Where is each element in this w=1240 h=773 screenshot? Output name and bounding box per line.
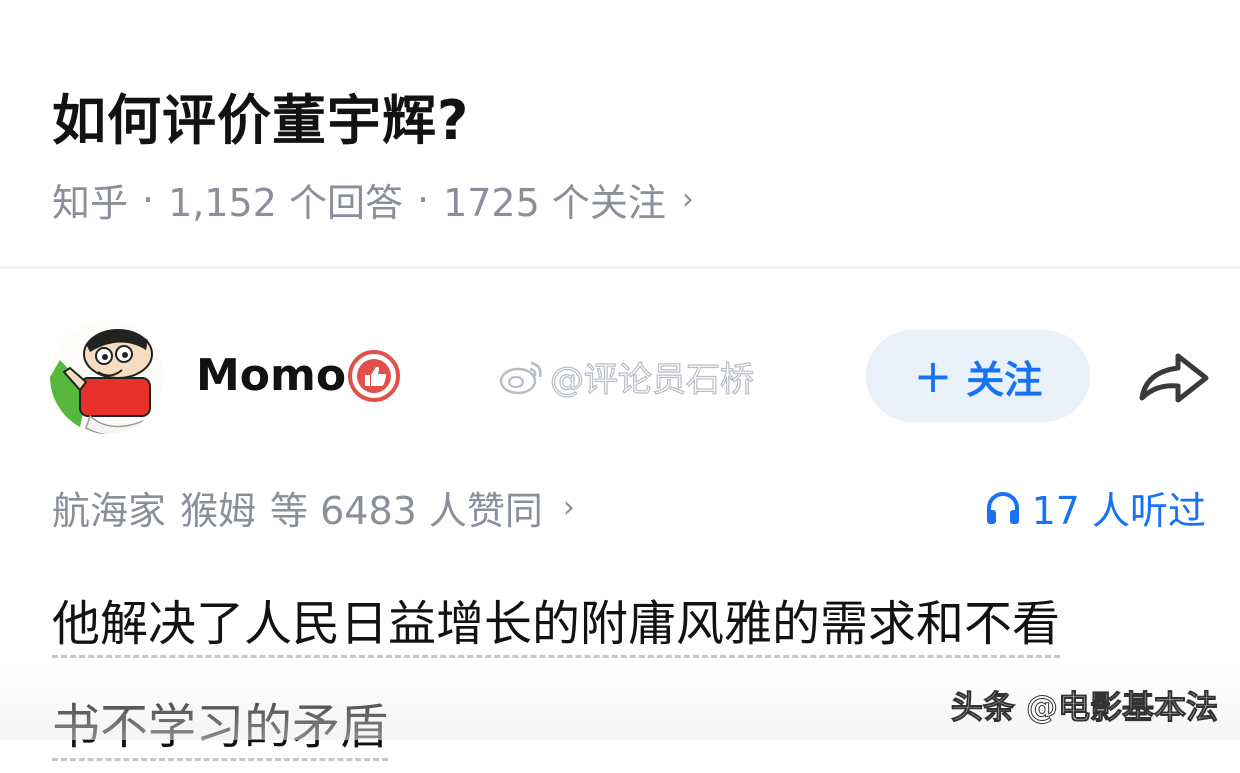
weibo-logo-icon bbox=[499, 361, 542, 394]
plus-icon: + bbox=[913, 349, 953, 403]
answer-count: 1,152 个回答 bbox=[168, 181, 403, 225]
answer-line: 书不学习的矛盾 bbox=[52, 696, 389, 761]
answer-line: 他解决了人民日益增长的附庸风雅的需求和不看 bbox=[52, 593, 1061, 658]
chevron-right-icon: › bbox=[562, 490, 575, 525]
meta-separator: · bbox=[142, 177, 155, 222]
chevron-right-icon: › bbox=[681, 182, 694, 217]
vote-summary[interactable]: 航海家 猴姆 等 6483 人赞同 › bbox=[52, 480, 575, 535]
vote-count: 等 6483 人赞同 bbox=[270, 489, 543, 533]
follower-count: 1725 个关注 bbox=[443, 181, 666, 225]
question-title[interactable]: 如何评价董宇辉? bbox=[52, 76, 469, 155]
question-meta[interactable]: 知乎 · 1,152 个回答 · 1725 个关注 › bbox=[52, 172, 694, 227]
section-divider bbox=[0, 266, 1240, 269]
voter-name: 航海家 bbox=[52, 489, 167, 533]
weibo-watermark-text: @评论员石桥 bbox=[549, 359, 754, 400]
follow-button-label: 关注 bbox=[966, 357, 1043, 402]
share-arrow-icon bbox=[1139, 353, 1209, 403]
meta-separator: · bbox=[416, 177, 430, 222]
follow-button[interactable]: + 关注 bbox=[866, 330, 1090, 422]
thumbs-up-badge-icon bbox=[348, 350, 400, 402]
author-avatar[interactable] bbox=[50, 320, 164, 434]
share-button[interactable] bbox=[1136, 346, 1212, 408]
cartoon-avatar-icon bbox=[50, 320, 164, 434]
listen-count-label: 17 人听过 bbox=[1031, 489, 1206, 533]
headphones-icon bbox=[986, 491, 1019, 524]
source-label: 知乎 bbox=[52, 181, 129, 225]
weibo-watermark: @评论员石桥 bbox=[498, 352, 755, 401]
listen-count[interactable]: 17 人听过 bbox=[984, 480, 1206, 535]
answer-text[interactable]: 他解决了人民日益增长的附庸风雅的需求和不看 书不学习的矛盾 bbox=[52, 578, 1182, 773]
author-name[interactable]: Momo bbox=[196, 350, 346, 401]
toutiao-watermark: 头条 @电影基本法 bbox=[950, 688, 1218, 727]
voter-name: 猴姆 bbox=[180, 489, 257, 533]
